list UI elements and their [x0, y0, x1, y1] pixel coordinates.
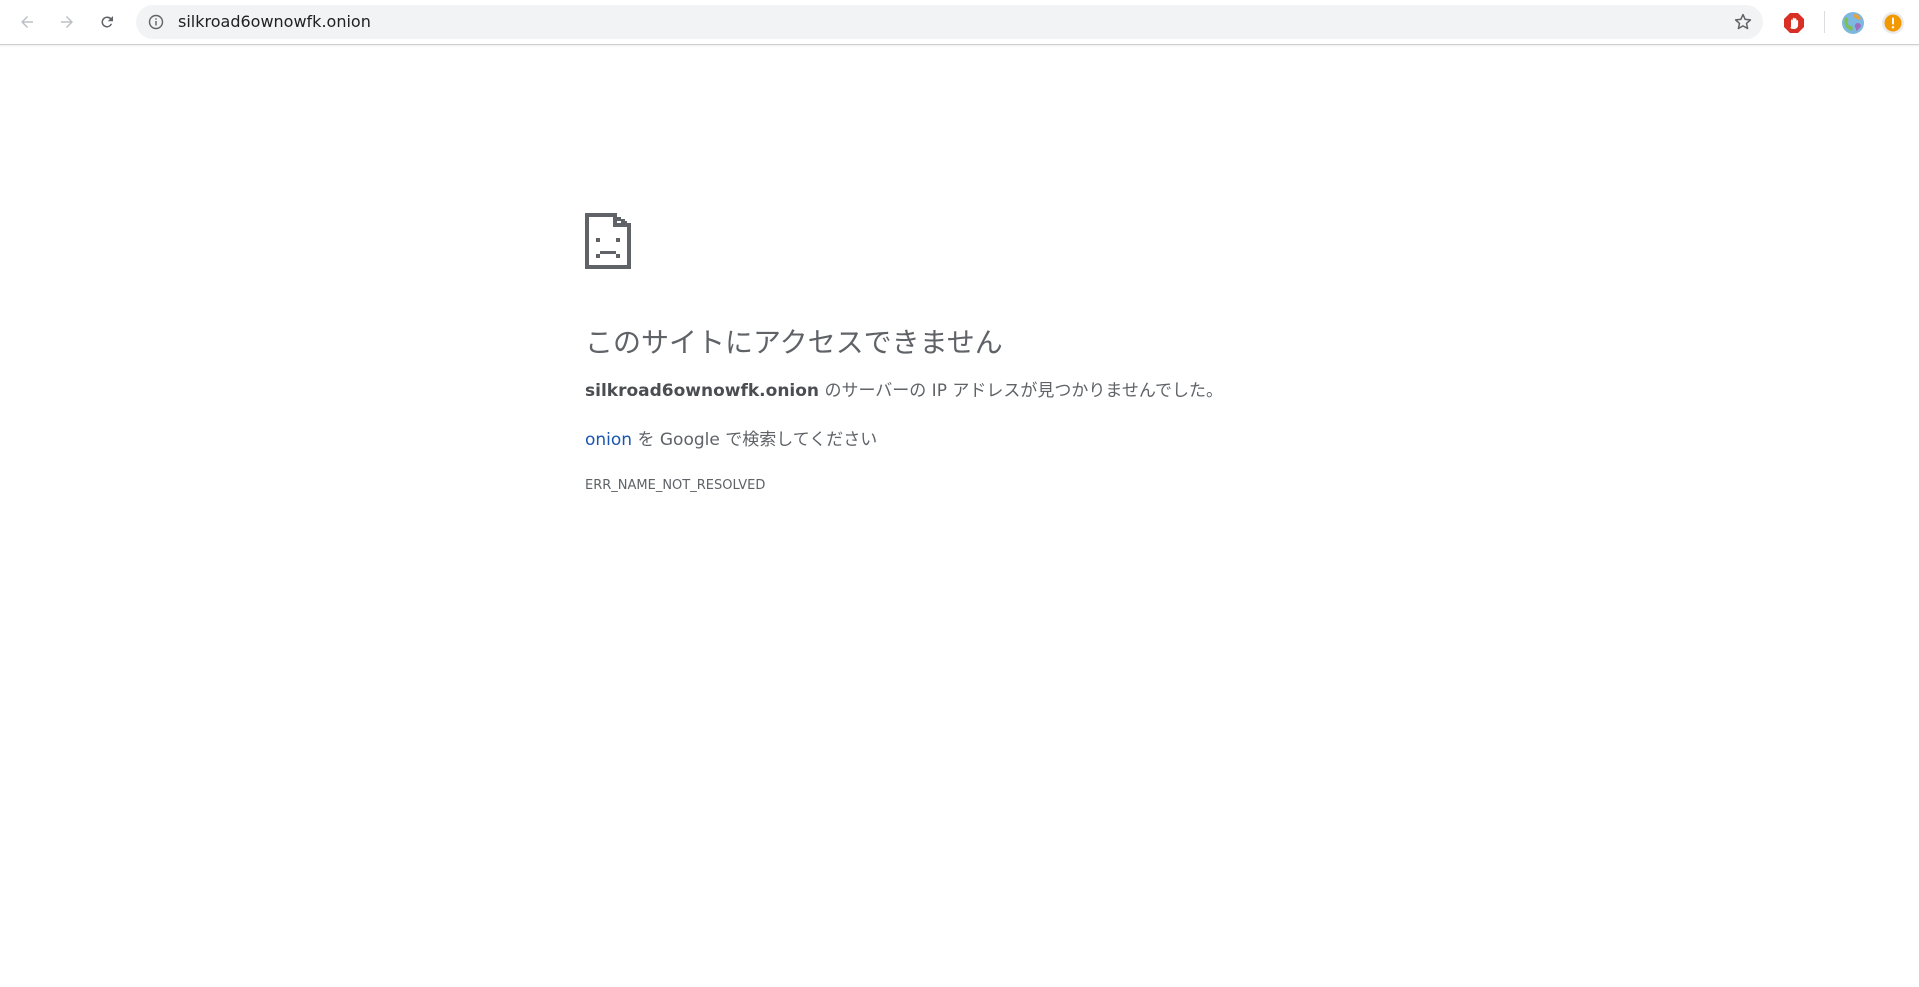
forward-button[interactable] [51, 6, 83, 38]
extension-globe-button[interactable] [1840, 10, 1866, 36]
stop-hand-icon [1784, 13, 1804, 33]
warning-icon [1882, 12, 1904, 34]
url-text[interactable]: silkroad6ownowfk.onion [178, 5, 371, 39]
extension-warning-button[interactable] [1880, 10, 1906, 36]
info-icon[interactable] [148, 14, 164, 30]
arrow-right-icon [61, 16, 73, 28]
error-code: ERR_NAME_NOT_RESOLVED [585, 478, 766, 493]
extension-adblock-button[interactable] [1781, 10, 1807, 36]
error-host: silkroad6ownowfk.onion [585, 381, 820, 401]
back-button[interactable] [11, 6, 43, 38]
reload-icon [101, 16, 113, 28]
omnibox[interactable]: silkroad6ownowfk.onion [136, 5, 1763, 39]
search-suggestion-text: を Google で検索してください [632, 430, 878, 450]
error-page-content: このサイトにアクセスできません silkroad6ownowfk.onion の… [585, 213, 1345, 495]
browser-toolbar: silkroad6ownowfk.onion [0, 0, 1919, 45]
reload-button[interactable] [91, 6, 123, 38]
error-description: silkroad6ownowfk.onion のサーバーの IP アドレスが見つ… [585, 379, 1345, 403]
error-description-text: のサーバーの IP アドレスが見つかりませんでした。 [819, 381, 1223, 401]
toolbar-separator [1824, 11, 1825, 33]
star-icon[interactable] [1733, 12, 1753, 32]
error-title: このサイトにアクセスできません [585, 326, 1003, 359]
arrow-left-icon [21, 16, 33, 28]
search-suggestion: onion を Google で検索してください [585, 428, 1345, 452]
google-search-link[interactable]: onion [585, 430, 632, 450]
sad-document-icon [585, 213, 631, 269]
globe-icon [1842, 12, 1864, 34]
